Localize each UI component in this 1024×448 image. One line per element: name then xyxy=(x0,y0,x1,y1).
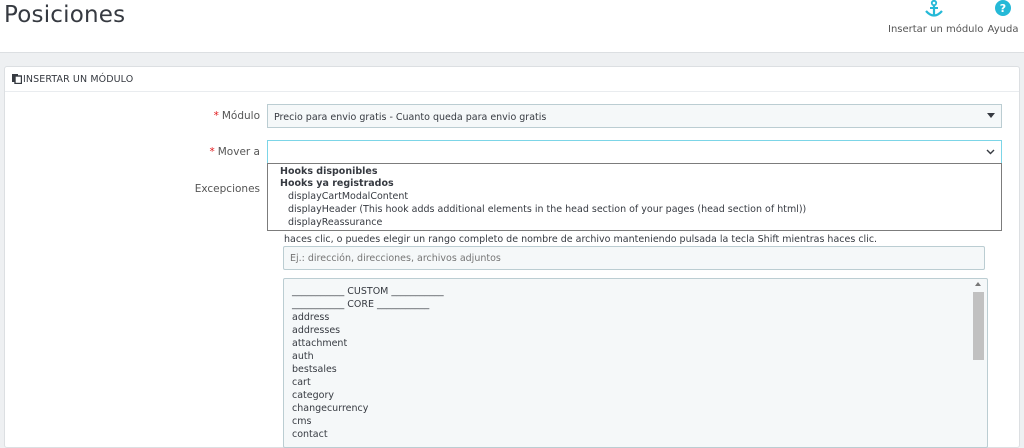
list-item[interactable]: contact xyxy=(292,428,328,441)
scroll-thumb[interactable] xyxy=(973,292,984,360)
move-to-dropdown-list[interactable]: Hooks disponibles Hooks ya registrados d… xyxy=(267,163,1002,231)
required-marker: * xyxy=(209,146,215,158)
exceptions-listbox[interactable]: ___________ CUSTOM ___________ _________… xyxy=(283,278,988,448)
page-header: Posiciones Insertar un módulo ? Ayuda xyxy=(0,0,1024,53)
copy-icon xyxy=(12,74,22,84)
chevron-down-icon xyxy=(986,149,995,155)
panel-heading-text: INSERTAR UN MÓDULO xyxy=(23,74,134,85)
exceptions-filter-input[interactable] xyxy=(283,246,985,270)
list-item[interactable]: cart xyxy=(292,376,311,389)
scroll-up-arrow-icon[interactable] xyxy=(975,282,981,286)
help-button[interactable]: ? Ayuda xyxy=(985,0,1021,35)
exceptions-help-text: haces clic, o puedes elegir un rango com… xyxy=(284,234,878,245)
dropdown-option[interactable]: displayCartModalContent xyxy=(268,191,1001,202)
dropdown-option[interactable]: displayReassurance xyxy=(268,217,1001,228)
move-to-label: * Mover a xyxy=(209,146,261,158)
help-label: Ayuda xyxy=(987,24,1019,35)
module-select[interactable]: Precio para envio gratis - Cuanto queda … xyxy=(267,104,1002,128)
module-select-value: Precio para envio gratis - Cuanto queda … xyxy=(274,112,547,123)
list-item[interactable]: bestsales xyxy=(292,363,337,376)
anchor-icon xyxy=(925,0,943,17)
svg-text:?: ? xyxy=(1000,2,1006,15)
panel-heading: INSERTAR UN MÓDULO xyxy=(5,67,1019,92)
list-item[interactable]: ___________ CORE ___________ xyxy=(292,298,429,311)
list-item[interactable]: attachment xyxy=(292,337,347,350)
dropdown-group-registered: Hooks ya registrados xyxy=(280,178,394,189)
move-to-select[interactable] xyxy=(267,140,1002,164)
page-title: Posiciones xyxy=(4,2,126,28)
required-marker: * xyxy=(213,110,219,122)
caret-down-icon xyxy=(987,113,995,118)
list-item[interactable]: cms xyxy=(292,415,311,428)
list-item[interactable]: addresses xyxy=(292,324,340,337)
module-label: * Módulo xyxy=(213,110,260,122)
list-item[interactable]: changecurrency xyxy=(292,402,368,415)
insert-module-label: Insertar un módulo xyxy=(888,24,984,35)
dropdown-option[interactable]: displayHeader (This hook adds additional… xyxy=(268,204,1001,215)
exceptions-label: Excepciones xyxy=(194,183,260,195)
help-icon: ? xyxy=(995,0,1011,16)
dropdown-group-available: Hooks disponibles xyxy=(280,166,378,177)
list-item[interactable]: address xyxy=(292,311,329,324)
list-item[interactable]: category xyxy=(292,389,334,402)
list-item[interactable]: auth xyxy=(292,350,314,363)
list-item[interactable]: ___________ CUSTOM ___________ xyxy=(292,285,444,298)
insert-module-button[interactable]: Insertar un módulo xyxy=(888,0,984,35)
